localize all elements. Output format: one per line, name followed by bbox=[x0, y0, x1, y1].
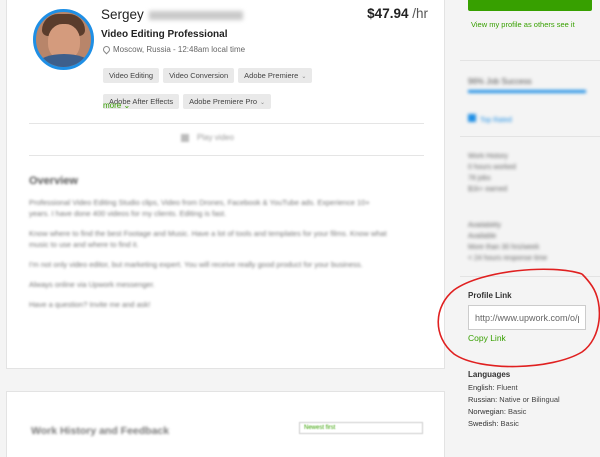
chevron-down-icon: ⌄ bbox=[123, 101, 131, 110]
skill-label: Video Editing bbox=[109, 71, 154, 80]
jobs-count: 78 jobs bbox=[468, 175, 491, 182]
primary-action-button[interactable] bbox=[468, 0, 592, 11]
overview-section: Overview Professional Video Editing Stud… bbox=[29, 175, 389, 319]
rate-unit: /hr bbox=[412, 6, 428, 21]
filter-value: Newest first bbox=[304, 425, 336, 431]
hourly-rate: $47.94 /hr bbox=[367, 6, 428, 21]
skill-tag[interactable]: Video Conversion bbox=[163, 68, 235, 83]
earned-amount: $1k+ earned bbox=[468, 186, 508, 193]
stats-heading: Work History bbox=[468, 153, 508, 160]
skill-label: Adobe Premiere bbox=[244, 71, 299, 80]
annotation-circle bbox=[437, 268, 600, 368]
language-item: English: Fluent bbox=[468, 383, 568, 393]
language-level: Fluent bbox=[496, 383, 518, 392]
job-success-text: 96% Job Success bbox=[468, 77, 532, 86]
overview-paragraph: Know where to find the best Footage and … bbox=[29, 229, 387, 249]
divider bbox=[29, 123, 424, 124]
location-pin-icon bbox=[101, 44, 112, 55]
language-level: Basic bbox=[500, 419, 519, 428]
badge-icon bbox=[468, 114, 476, 122]
language-level: Native or Bilingual bbox=[499, 395, 560, 404]
language-name: Swedish: bbox=[468, 419, 499, 428]
rate-value: $47.94 bbox=[367, 6, 409, 21]
hours-worked: 0 hours worked bbox=[468, 164, 516, 171]
location: Moscow, Russia - 12:48am local time bbox=[101, 44, 246, 55]
profile-card: Sergey $47.94 /hr Video Editing Professi… bbox=[6, 0, 445, 369]
language-name: Norwegian: bbox=[468, 407, 506, 416]
video-icon bbox=[181, 133, 189, 142]
languages-heading: Languages bbox=[468, 370, 511, 379]
last-name-redacted bbox=[148, 10, 243, 20]
languages-list: English: Fluent Russian: Native or Bilin… bbox=[468, 383, 568, 431]
chevron-down-icon: ⌄ bbox=[301, 74, 307, 80]
job-success: 96% Job Success bbox=[468, 77, 586, 93]
language-name: Russian: bbox=[468, 395, 498, 404]
skills-list: Video Editing Video Conversion Adobe Premi… bbox=[103, 65, 333, 117]
profile-title: Video Editing Professional bbox=[101, 29, 228, 40]
language-item: Swedish: Basic bbox=[468, 419, 568, 429]
play-video-button[interactable]: Play video bbox=[181, 133, 234, 142]
divider bbox=[460, 60, 600, 61]
first-name: Sergey bbox=[101, 7, 144, 22]
overview-paragraph: Professional Video Editing Studio clips,… bbox=[29, 198, 370, 218]
chevron-down-icon: ⌄ bbox=[260, 100, 266, 106]
view-profile-link[interactable]: View my profile as others see it bbox=[471, 20, 575, 29]
play-video-label: Play video bbox=[197, 133, 234, 142]
skill-label: Adobe Premiere Pro bbox=[189, 97, 258, 106]
top-rated-badge: Top Rated bbox=[468, 114, 512, 124]
overview-heading: Overview bbox=[29, 175, 78, 187]
work-history-filter[interactable]: Newest first bbox=[299, 422, 423, 434]
availability-section: Availability Available More than 30 hrs/… bbox=[468, 220, 547, 264]
location-text: Moscow, Russia - 12:48am local time bbox=[113, 45, 246, 54]
profile-name: Sergey bbox=[101, 7, 243, 22]
skill-tag[interactable]: Adobe Premiere Pro ⌄ bbox=[183, 94, 272, 109]
divider bbox=[29, 155, 424, 156]
skill-label: Video Conversion bbox=[169, 71, 229, 80]
divider bbox=[460, 136, 600, 137]
overview-paragraph: Have a question? Invite me and ask! bbox=[29, 300, 151, 309]
overview-paragraph: I'm not only video editor, but marketing… bbox=[29, 260, 363, 269]
work-history-title: Work History and Feedback bbox=[31, 425, 170, 437]
work-history-card: Work History and Feedback Newest first bbox=[6, 391, 445, 457]
more-skills-link[interactable]: more ⌄ bbox=[103, 101, 130, 110]
overview-paragraph: Always online via Upwork messenger. bbox=[29, 280, 155, 289]
language-level: Basic bbox=[508, 407, 527, 416]
avatar[interactable] bbox=[33, 9, 94, 70]
skill-tag[interactable]: Adobe Premiere ⌄ bbox=[238, 68, 313, 83]
language-item: Russian: Native or Bilingual bbox=[468, 395, 568, 405]
availability-detail: More than 30 hrs/week bbox=[468, 244, 540, 251]
more-label: more bbox=[103, 101, 122, 110]
language-item: Norwegian: Basic bbox=[468, 407, 568, 417]
badge-label: Top Rated bbox=[480, 117, 512, 124]
availability-heading: Availability bbox=[468, 222, 501, 229]
availability-status: Available bbox=[468, 233, 497, 240]
skill-tag[interactable]: Video Editing bbox=[103, 68, 160, 83]
work-history-stats: Work History 0 hours worked 78 jobs $1k+… bbox=[468, 151, 516, 195]
language-name: English: bbox=[468, 383, 495, 392]
job-success-bar bbox=[468, 90, 586, 93]
response-time: < 24 hours response time bbox=[468, 255, 548, 262]
